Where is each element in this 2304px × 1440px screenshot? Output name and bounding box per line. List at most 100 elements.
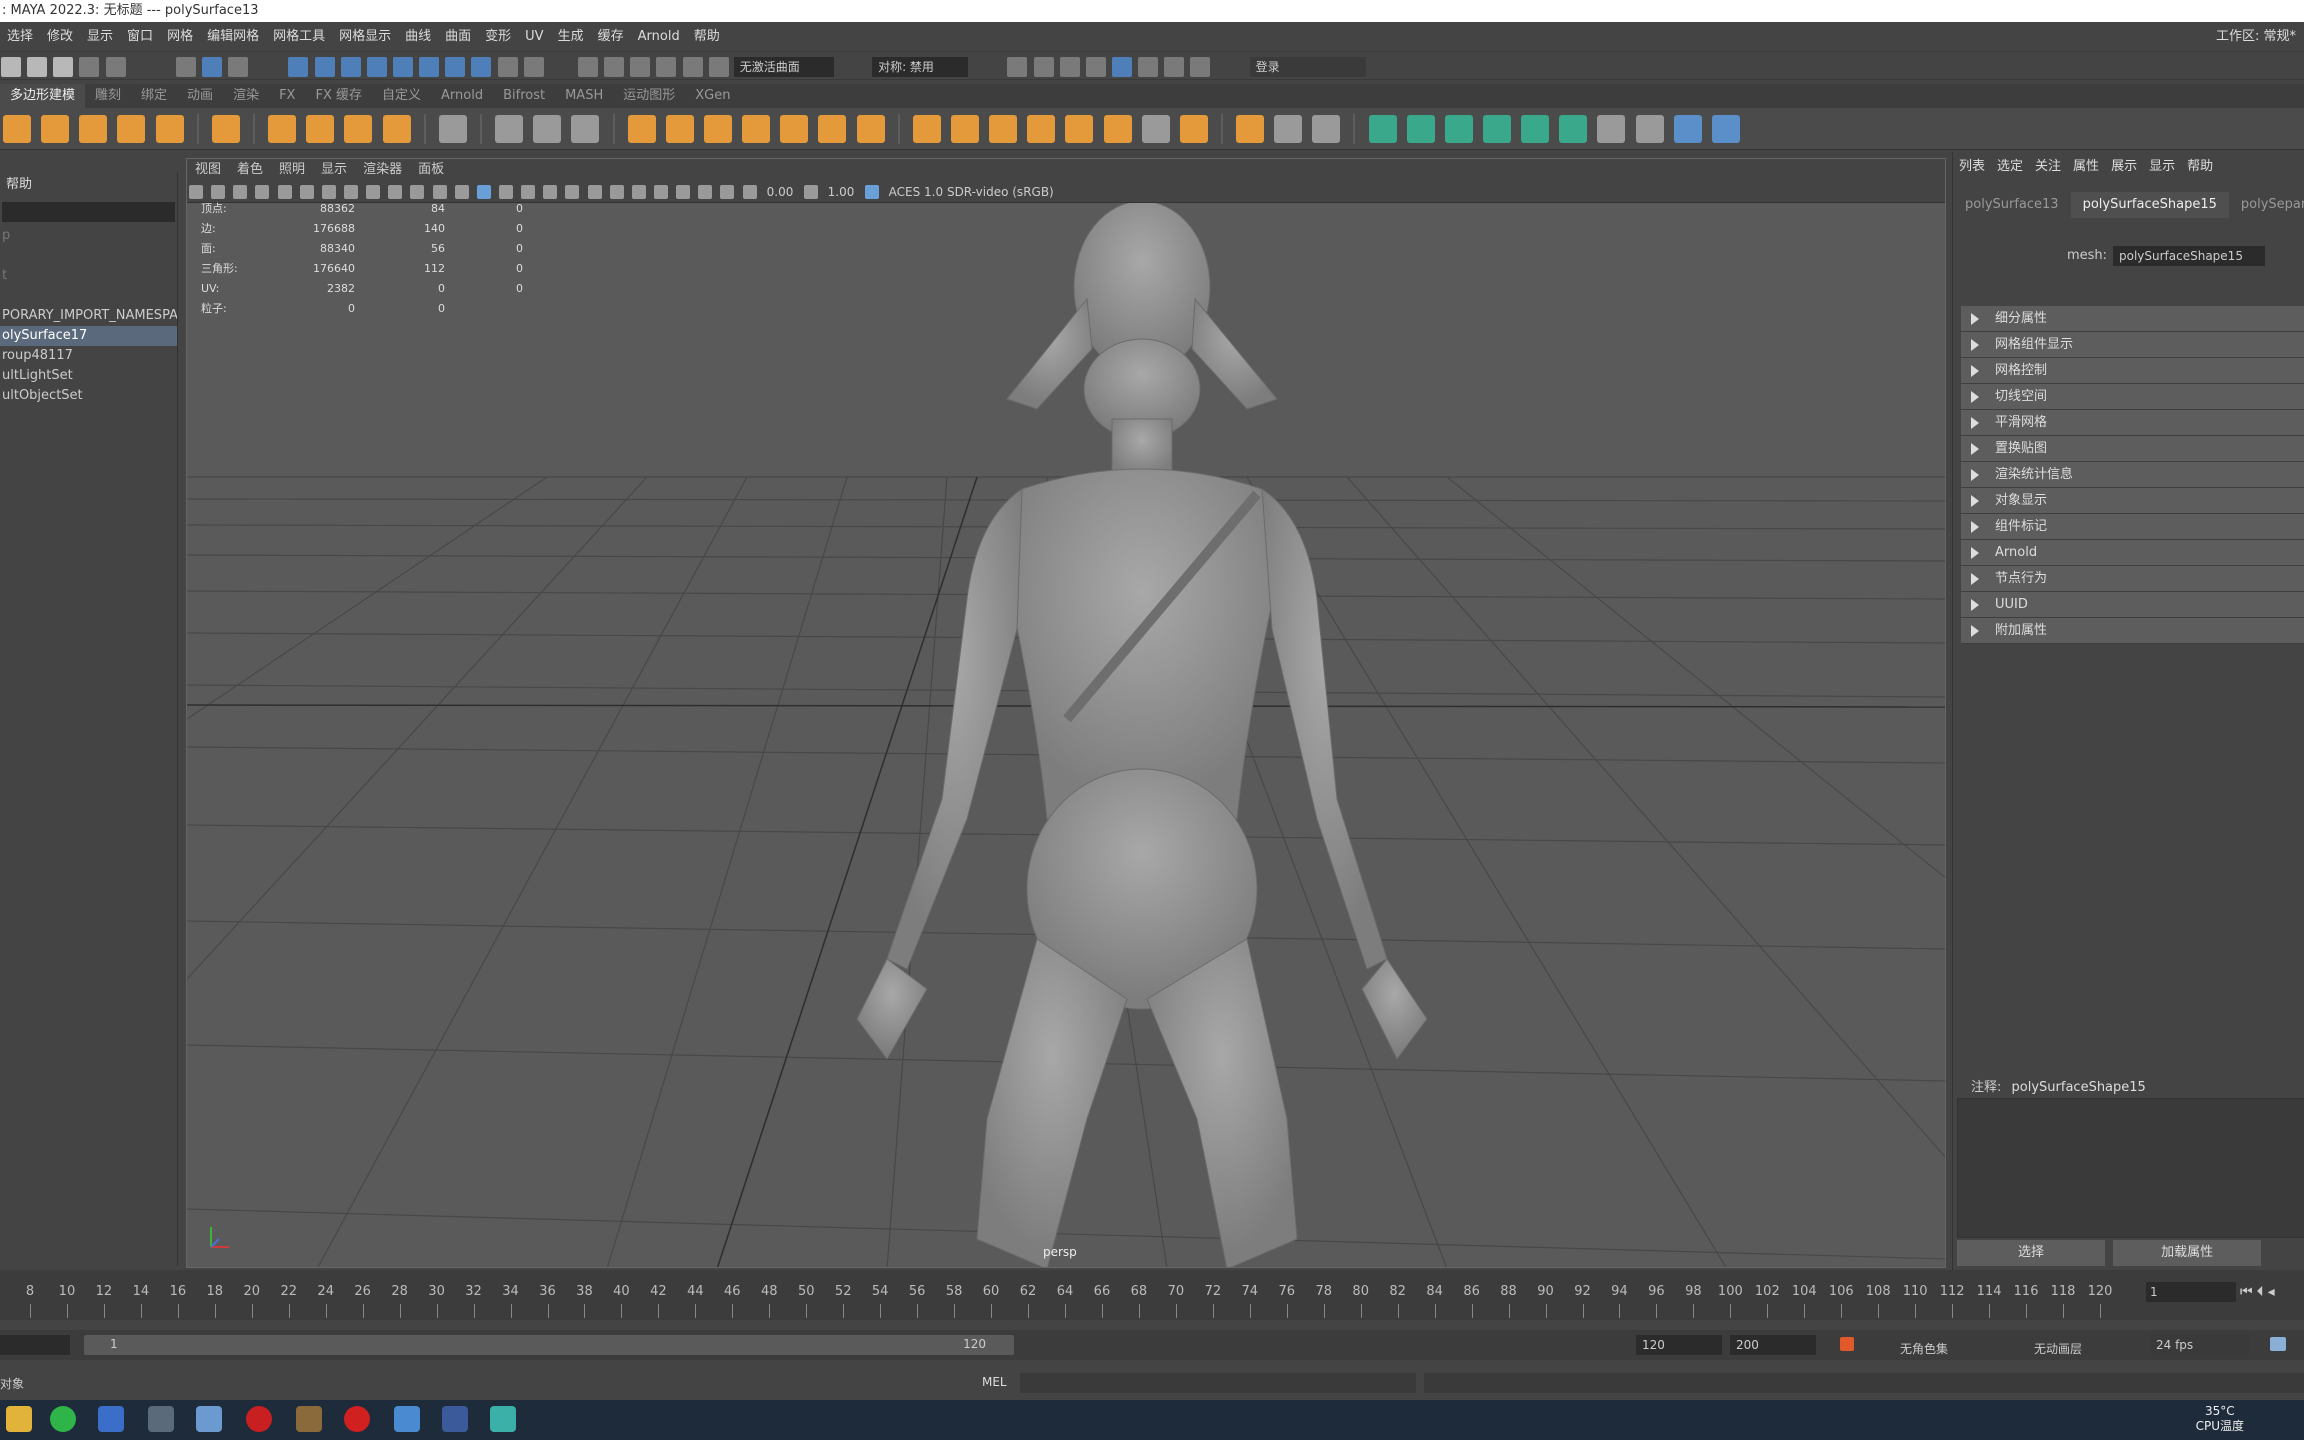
attr-menu-5[interactable]: 显示 [2143,152,2181,182]
grease-pencil-icon[interactable] [277,185,292,199]
lights-icon[interactable] [543,185,558,199]
color-management-icon[interactable] [864,185,879,199]
viewport-scene[interactable] [187,159,1946,1268]
wedge-icon[interactable] [1597,115,1626,143]
exposure-field[interactable]: 0.00 [763,184,798,200]
chat-icon[interactable] [196,1406,222,1432]
menu-7[interactable]: 网格显示 [332,22,398,52]
multi-cut-icon[interactable] [1236,115,1265,143]
snap-grid-icon[interactable] [288,57,309,77]
shelf-tab-3[interactable]: 动画 [177,84,223,108]
outliner-item[interactable]: PORARY_IMPORT_NAMESPA [0,306,177,326]
smooth-shade-icon[interactable] [476,185,491,199]
bookmark-icon[interactable] [233,185,248,199]
select-component-icon[interactable] [228,57,249,77]
notes-textarea[interactable] [1957,1098,2304,1238]
expand-arrow-icon[interactable] [1971,572,1979,585]
outliner-search-field[interactable] [2,202,175,222]
select-hierarchy-icon[interactable] [175,57,196,77]
shelf-tab-4[interactable]: 渲染 [223,84,269,108]
resolution-gate-icon[interactable] [343,185,358,199]
auto-key-icon[interactable] [1840,1337,1854,1351]
viewport-menu-1[interactable]: 着色 [229,159,271,181]
bridge-icon[interactable] [989,115,1018,143]
menu-9[interactable]: 曲面 [438,22,478,52]
mirror-icon[interactable] [856,115,885,143]
render-icon[interactable] [1033,57,1054,77]
append-icon[interactable] [1027,115,1056,143]
grid-toggle-icon[interactable] [299,185,314,199]
live-surface-field[interactable]: 无激活曲面 [733,57,834,77]
attr-menu-2[interactable]: 关注 [2029,152,2067,182]
outliner-item[interactable] [0,286,177,306]
menu-10[interactable]: 变形 [478,22,518,52]
attr-menu-6[interactable]: 帮助 [2181,152,2219,182]
poly-soccer-icon[interactable] [211,115,240,143]
outliner-item[interactable]: roup48117 [0,346,177,366]
attr-section[interactable]: 细分属性 [1961,306,2304,332]
attr-section[interactable]: 平滑网格 [1961,410,2304,436]
poly-torus-icon[interactable] [155,115,184,143]
attr-menu-3[interactable]: 属性 [2067,152,2105,182]
help-icon[interactable] [471,57,492,77]
shelf-tab-0[interactable]: 多边形建模 [0,84,86,108]
select-button[interactable]: 选择 [1957,1240,2105,1266]
shelf-tab-10[interactable]: MASH [555,84,613,108]
file-explorer-icon[interactable] [6,1406,32,1432]
camera-icon[interactable] [189,185,203,199]
snap-surface-icon[interactable] [392,57,413,77]
reduce-icon[interactable] [818,115,847,143]
world-center-icon[interactable] [571,115,600,143]
redo-icon[interactable] [105,57,126,77]
colorspace-dropdown[interactable]: ACES 1.0 SDR-video (sRGB) [885,184,1105,200]
max-time-field[interactable]: 200 [1730,1335,1816,1355]
spin-edge-icon[interactable] [1521,115,1550,143]
render-view-icon[interactable] [1007,57,1028,77]
app2-icon[interactable] [394,1406,420,1432]
gamma-field[interactable]: 1.00 [824,184,859,200]
shelf-tab-9[interactable]: Bifrost [493,84,555,108]
poly-helix-icon[interactable] [79,115,108,143]
hypershade-icon[interactable] [1111,57,1132,77]
attr-tab-0[interactable]: polySurface13 [1953,192,2071,218]
playback-controls[interactable]: ⏮⏴◂ [2240,1284,2279,1302]
ambient-occlusion-icon[interactable] [587,185,602,199]
shelf-tab-11[interactable]: 运动图形 [613,84,685,108]
xray-joints-icon[interactable] [720,185,735,199]
expand-arrow-icon[interactable] [1971,338,1979,351]
login-button[interactable]: 登录 [1249,57,1366,77]
attr-tab-2[interactable]: polySeparate2 [2229,192,2304,218]
tweak-icon[interactable] [630,57,651,77]
xray-icon[interactable] [698,185,713,199]
command-input[interactable] [1020,1373,1416,1393]
script-language-toggle[interactable]: MEL [982,1375,1007,1389]
shelf-tab-5[interactable]: FX [269,84,305,108]
attr-menu-1[interactable]: 选定 [1991,152,2029,182]
attr-section[interactable]: UUID [1961,592,2304,618]
shelf-tab-2[interactable]: 绑定 [131,84,177,108]
safe-title-icon[interactable] [432,185,447,199]
workspace-selector[interactable]: 工作区: 常规* [2216,22,2296,52]
attr-menu-4[interactable]: 展示 [2105,152,2143,182]
insert-edge-loop-icon[interactable] [1274,115,1303,143]
arnold-ipr-icon[interactable] [1164,57,1185,77]
symmetry-field[interactable]: 对称: 禁用 [872,57,969,77]
combine-icon[interactable] [627,115,656,143]
menu-14[interactable]: Arnold [631,22,687,52]
motion-blur-icon[interactable] [609,185,624,199]
attr-section[interactable]: 网格组件显示 [1961,332,2304,358]
game-icon[interactable] [296,1406,322,1432]
make-live-icon[interactable] [445,57,466,77]
sculpt-icon[interactable] [1673,115,1702,143]
attr-section[interactable]: 渲染统计信息 [1961,462,2304,488]
viewport-panel[interactable]: 视图 着色 照明 显示 渲染器 面板 0.00 1.00 ACES 1.0 SDR-vid… [186,158,1946,1268]
safe-action-icon[interactable] [410,185,425,199]
type-tool-icon[interactable] [344,115,373,143]
music-icon[interactable] [344,1406,370,1432]
boolean-icon[interactable] [742,115,771,143]
outliner-item[interactable]: p [0,226,177,246]
expand-arrow-icon[interactable] [1971,546,1979,559]
triangulate-icon[interactable] [1141,115,1170,143]
extract-icon[interactable] [703,115,732,143]
lock-icon[interactable] [497,57,518,77]
